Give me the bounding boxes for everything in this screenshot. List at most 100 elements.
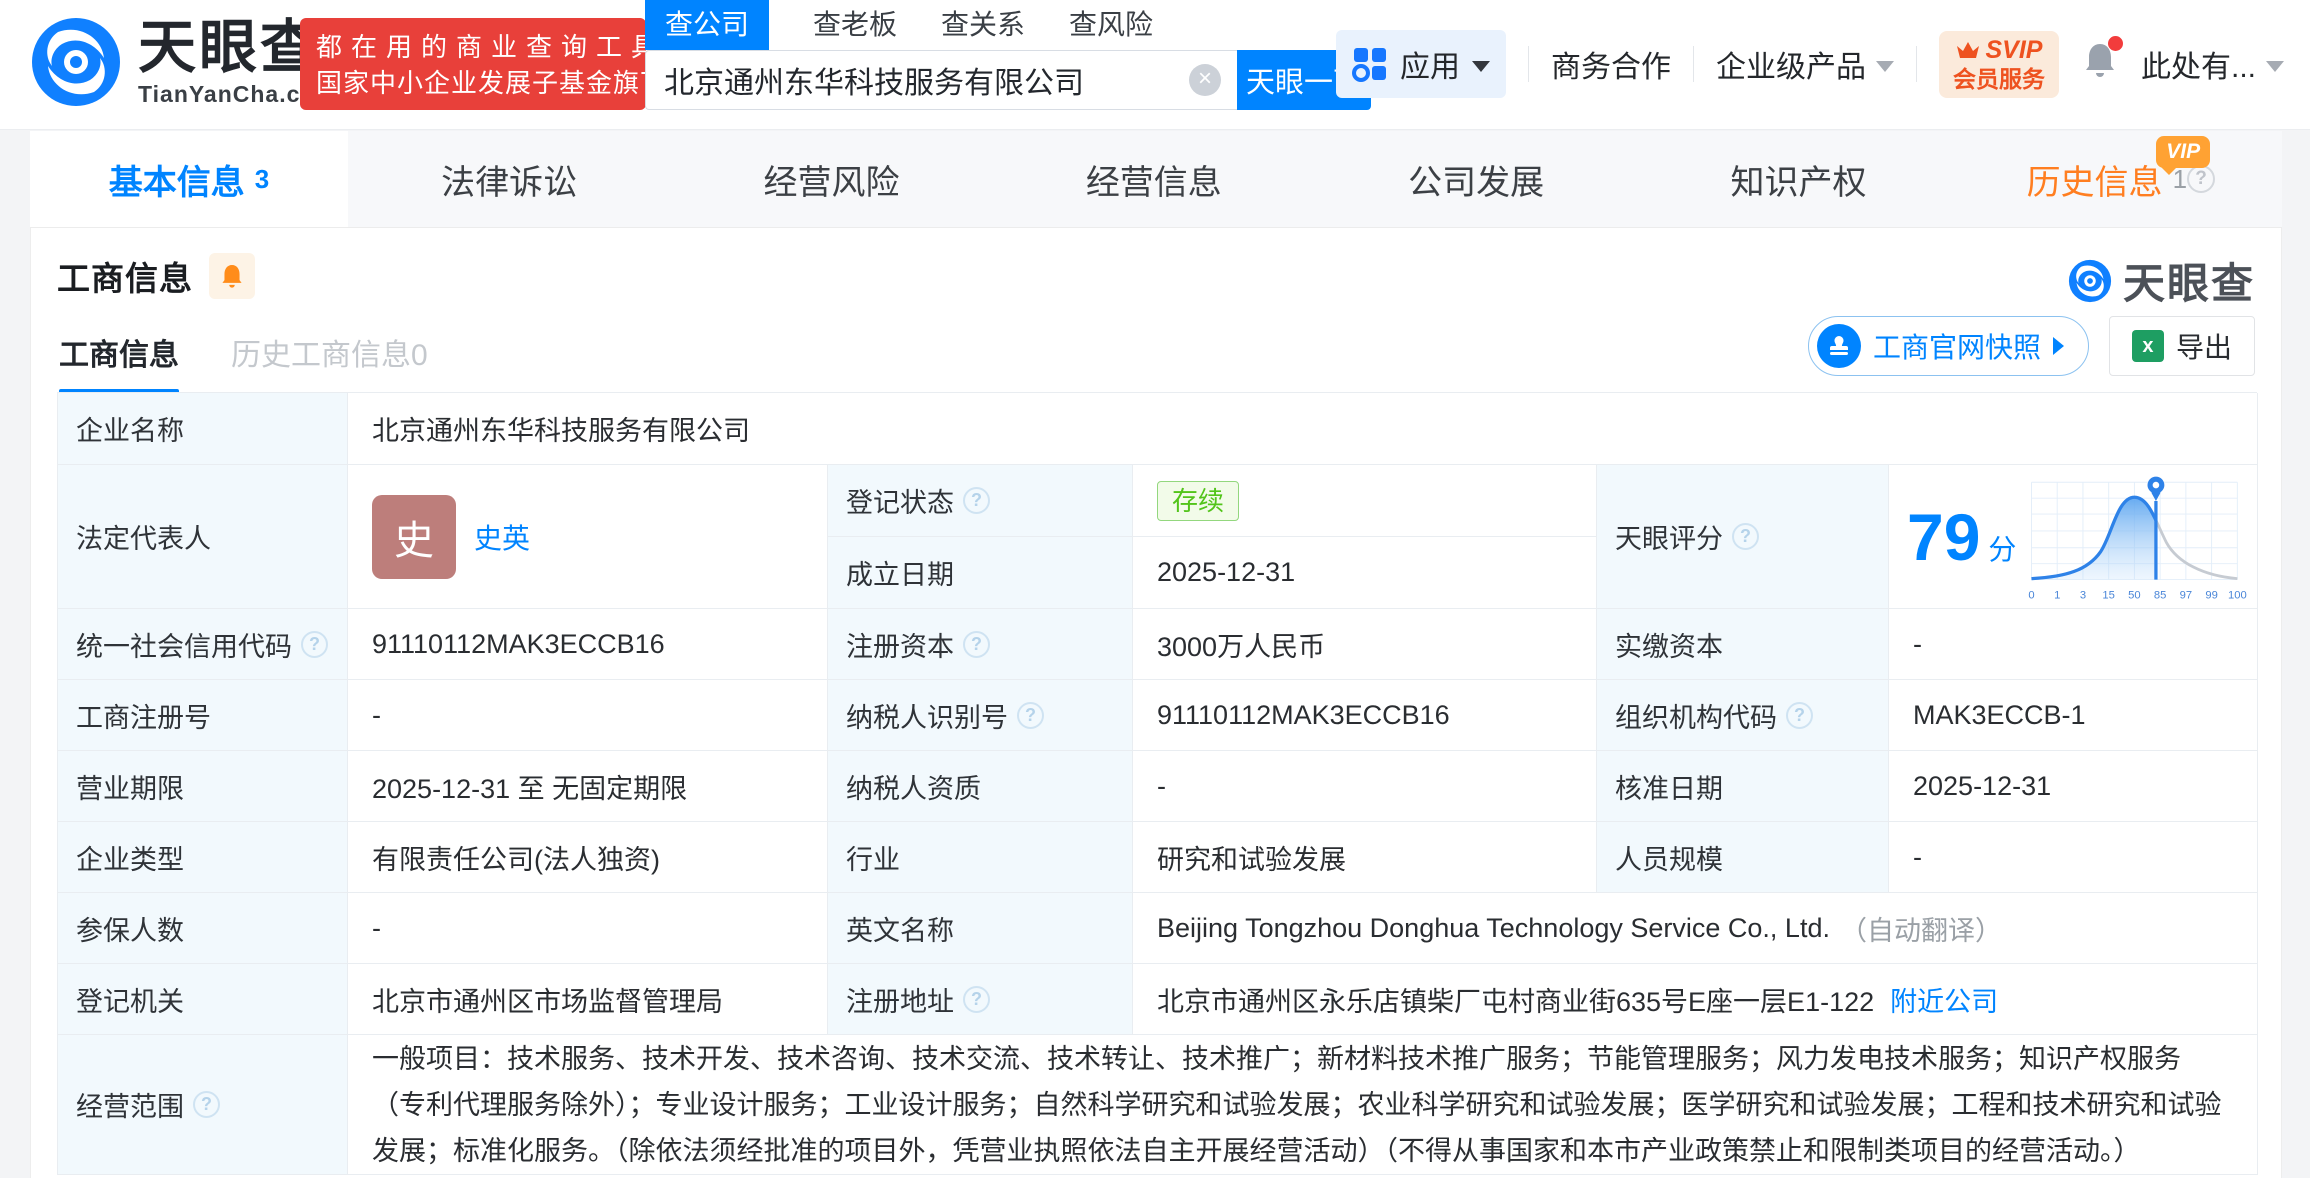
row-label: 纳税人识别号 ? — [828, 680, 1133, 751]
search-module: 查公司 查老板 查关系 查风险 × 天眼一下 — [645, 4, 1371, 110]
org-code-value: MAK3ECCB-1 — [1889, 680, 2258, 751]
tab-basic-info[interactable]: 基本信息 3 — [30, 131, 348, 227]
row-label: 英文名称 — [828, 893, 1133, 964]
svg-text:85: 85 — [2154, 589, 2166, 601]
row-label: 登记机关 — [58, 964, 348, 1035]
row-label: 注册资本 ? — [828, 609, 1133, 680]
business-scope-value: 一般项目：技术服务、技术开发、技术咨询、技术交流、技术转让、技术推广；新材料技术… — [348, 1035, 2258, 1175]
svg-text:1: 1 — [2055, 589, 2061, 601]
tab-intellectual-property[interactable]: 知识产权 — [1637, 131, 1959, 227]
reg-capital-value: 3000万人民币 — [1133, 609, 1597, 680]
company-name-value: 北京通州东华科技服务有限公司 — [348, 393, 2258, 465]
subscribe-bell-button[interactable] — [209, 253, 255, 299]
tab-operating-risk[interactable]: 经营风险 — [670, 131, 992, 227]
help-icon[interactable]: ? — [963, 986, 990, 1013]
tab-company-development[interactable]: 公司发展 — [1315, 131, 1637, 227]
tab-history-info[interactable]: VIP 历史信息 1 ? — [1960, 131, 2282, 227]
row-label: 企业类型 — [58, 822, 348, 893]
top-navigation: 应用 商务合作 企业级产品 SVIP 会员服务 — [1336, 30, 2284, 98]
help-icon[interactable]: ? — [963, 631, 990, 658]
excel-icon: x — [2132, 330, 2164, 362]
svg-text:0: 0 — [2029, 589, 2035, 601]
paid-capital-value: - — [1889, 609, 2258, 680]
svg-text:15: 15 — [2103, 589, 2115, 601]
help-icon[interactable]: ? — [1786, 702, 1813, 729]
row-label: 统一社会信用代码 ? — [58, 609, 348, 680]
legal-rep-cell: 史 史英 — [348, 465, 828, 609]
business-info-table: 企业名称 北京通州东华科技服务有限公司 法定代表人 史 史英 登记状态 ? 存续… — [57, 392, 2257, 1175]
row-label: 登记状态 ? — [828, 465, 1133, 537]
status-badge: 存续 — [1157, 481, 1239, 521]
search-tab-relation[interactable]: 查关系 — [941, 0, 1025, 50]
reg-address-cell: 北京市通州区永乐店镇柴厂屯村商业街635号E座一层E1-122 附近公司 — [1133, 964, 2258, 1035]
reg-authority-value: 北京市通州区市场监督管理局 — [348, 964, 828, 1035]
nav-enterprise-products[interactable]: 企业级产品 — [1716, 42, 1894, 86]
subtab-business-info[interactable]: 工商信息 — [59, 330, 179, 394]
svg-text:97: 97 — [2180, 589, 2192, 601]
row-label: 天眼评分 ? — [1597, 465, 1889, 609]
company-type-value: 有限责任公司(法人独资) — [348, 822, 828, 893]
nearby-companies-link[interactable]: 附近公司 — [1890, 980, 1998, 1019]
help-icon[interactable]: ? — [301, 631, 328, 658]
row-label: 核准日期 — [1597, 751, 1889, 822]
row-label: 工商注册号 — [58, 680, 348, 751]
apps-grid-icon — [1352, 46, 1388, 82]
score-distribution-chart: 0 1 3 15 50 85 97 99 100 — [2024, 469, 2249, 605]
svg-text:99: 99 — [2206, 589, 2218, 601]
row-label: 纳税人资质 — [828, 751, 1133, 822]
section-title: 工商信息 — [57, 252, 193, 300]
row-label: 企业名称 — [58, 393, 348, 465]
stamp-icon — [1826, 333, 1852, 359]
site-logo[interactable]: 天眼查 TianYanCha.com — [28, 14, 337, 110]
legal-rep-avatar[interactable]: 史 — [372, 495, 456, 579]
score-unit: 分 — [1988, 528, 2016, 568]
svip-member-button[interactable]: SVIP 会员服务 — [1939, 31, 2059, 98]
insured-count-value: - — [348, 893, 828, 964]
notification-bell-icon[interactable] — [2081, 40, 2119, 88]
clear-search-icon[interactable]: × — [1189, 64, 1221, 96]
search-tab-company[interactable]: 查公司 — [645, 0, 769, 50]
tianyan-score-cell: 79 分 — [1889, 465, 2258, 609]
subtab-history-business-info[interactable]: 历史工商信息0 — [231, 330, 428, 394]
divider — [1528, 46, 1529, 82]
help-icon[interactable]: ? — [193, 1091, 220, 1118]
row-label: 法定代表人 — [58, 465, 348, 609]
staff-size-value: - — [1889, 822, 2258, 893]
apps-label: 应用 — [1400, 42, 1460, 86]
help-icon[interactable]: ? — [1017, 702, 1044, 729]
reg-address-value: 北京市通州区永乐店镇柴厂屯村商业街635号E座一层E1-122 — [1157, 980, 1874, 1019]
vip-badge: VIP — [2156, 136, 2210, 168]
apps-menu-button[interactable]: 应用 — [1336, 30, 1506, 98]
tab-operating-info[interactable]: 经营信息 — [993, 131, 1315, 227]
site-header: 天眼查 TianYanCha.com 都在用的商业查询工具 国家中小企业发展子基… — [0, 0, 2310, 130]
search-tab-risk[interactable]: 查风险 — [1069, 0, 1153, 50]
legal-rep-link[interactable]: 史英 — [474, 517, 530, 557]
crown-icon — [1955, 39, 1981, 61]
row-label: 人员规模 — [1597, 822, 1889, 893]
tianyancha-eye-icon — [28, 14, 124, 110]
tianyancha-watermark: 天眼查 — [2067, 250, 2255, 311]
row-label: 营业期限 — [58, 751, 348, 822]
svg-text:50: 50 — [2129, 589, 2141, 601]
promo-banner: 都在用的商业查询工具 国家中小企业发展子基金旗下机构 — [300, 18, 646, 110]
help-icon[interactable]: ? — [1732, 523, 1759, 550]
industry-value: 研究和试验发展 — [1133, 822, 1597, 893]
official-snapshot-button[interactable]: 工商官网快照 — [1808, 316, 2089, 376]
auto-translate-note: （自动翻译） — [1840, 909, 2002, 948]
chevron-down-icon — [1472, 61, 1490, 72]
row-label: 实缴资本 — [1597, 609, 1889, 680]
tab-legal-proceedings[interactable]: 法律诉讼 — [348, 131, 670, 227]
user-menu[interactable]: 此处有... — [2141, 42, 2284, 86]
row-label: 成立日期 — [828, 537, 1133, 609]
search-tab-boss[interactable]: 查老板 — [813, 0, 897, 50]
help-icon[interactable]: ? — [2187, 165, 2215, 193]
search-input[interactable] — [645, 50, 1237, 110]
row-label: 行业 — [828, 822, 1133, 893]
bell-icon — [219, 262, 245, 290]
nav-cooperation[interactable]: 商务合作 — [1551, 42, 1671, 86]
divider — [1693, 46, 1694, 82]
score-value: 79 — [1907, 504, 1980, 570]
row-label: 注册地址 ? — [828, 964, 1133, 1035]
help-icon[interactable]: ? — [963, 487, 990, 514]
export-button[interactable]: x 导出 — [2109, 316, 2255, 376]
